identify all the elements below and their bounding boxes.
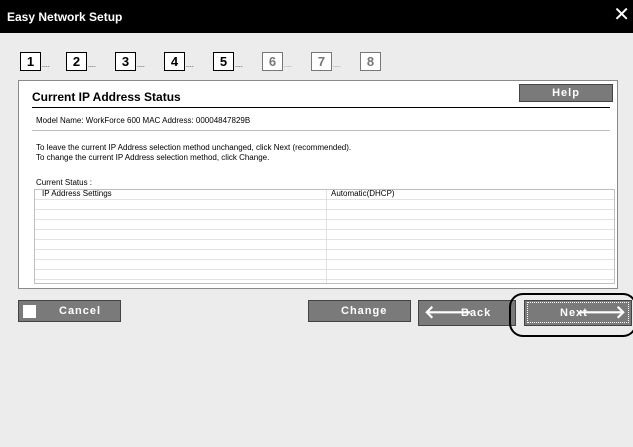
step-number: 8: [360, 52, 381, 71]
table-row: [35, 210, 614, 220]
easy-network-setup-window: Easy Network Setup ✕ 1 .... 2 .... 3 ...…: [0, 0, 633, 447]
table-row: [35, 250, 614, 260]
step-dots: ....: [88, 62, 96, 69]
step-dots: ....: [137, 62, 145, 69]
panel-title: Current IP Address Status: [32, 90, 181, 104]
step-number: 6: [262, 52, 283, 71]
current-status-label: Current Status :: [36, 178, 93, 187]
status-table: IP Address Settings Automatic(DHCP): [34, 189, 615, 284]
setting-cell: IP Address Settings: [42, 189, 112, 198]
window-title: Easy Network Setup: [7, 10, 123, 24]
step-number: 1: [20, 52, 41, 71]
table-row: IP Address Settings Automatic(DHCP): [35, 189, 614, 200]
instructions: To leave the current IP Address selectio…: [36, 143, 351, 163]
back-button[interactable]: 🡐 Back: [418, 300, 516, 326]
table-row: [35, 220, 614, 230]
step-number: 5: [213, 52, 234, 71]
cancel-button[interactable]: Cancel: [18, 300, 121, 322]
next-button[interactable]: Next 🡒: [524, 300, 632, 326]
step-dots: ....: [186, 62, 194, 69]
cancel-label: Cancel: [59, 305, 102, 317]
back-label: Back: [461, 307, 492, 319]
right-arrow-icon: 🡒: [577, 302, 627, 322]
step-number: 4: [164, 52, 185, 71]
step-dots: ....: [333, 62, 341, 69]
title-divider: [32, 107, 610, 108]
value-cell: Automatic(DHCP): [331, 189, 395, 198]
table-row: [35, 230, 614, 240]
table-row: [35, 200, 614, 210]
close-icon[interactable]: ✕: [613, 5, 630, 25]
step-number: 2: [66, 52, 87, 71]
change-button[interactable]: Change: [308, 300, 411, 322]
model-mac-info: Model Name: WorkForce 600 MAC Address: 0…: [36, 116, 251, 125]
instruction-line: To change the current IP Address selecti…: [36, 153, 270, 162]
step-number: 3: [115, 52, 136, 71]
table-row: [35, 240, 614, 250]
info-divider: [32, 130, 610, 131]
step-dots: ....: [235, 62, 243, 69]
step-number: 7: [311, 52, 332, 71]
step-dots: ....: [42, 62, 50, 69]
table-row: [35, 260, 614, 270]
change-label: Change: [341, 305, 388, 317]
ip-status-panel: Current IP Address Status Help Model Nam…: [18, 80, 618, 289]
help-button[interactable]: Help: [519, 84, 613, 102]
table-row: [35, 270, 614, 280]
title-bar: Easy Network Setup ✕: [0, 0, 633, 33]
step-dots: ....: [284, 62, 292, 69]
instruction-line: To leave the current IP Address selectio…: [36, 143, 352, 152]
checkbox-icon: [23, 305, 36, 318]
